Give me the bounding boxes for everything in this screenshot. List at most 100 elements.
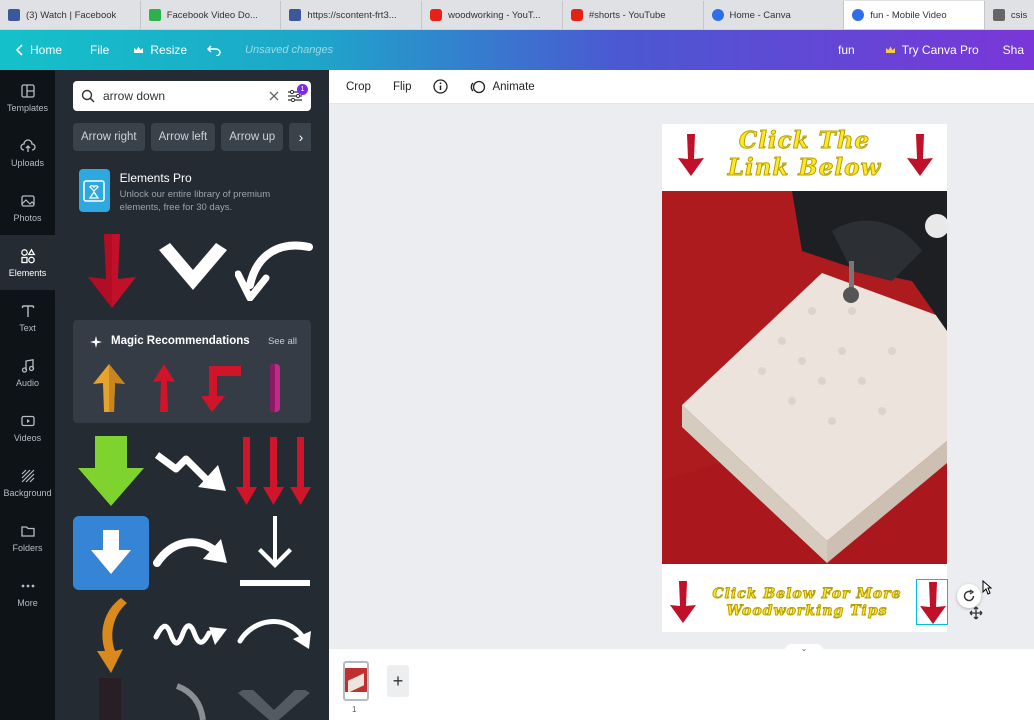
white-squiggle-arrow-element[interactable] [153,615,233,651]
red-corner-arrow-element[interactable] [201,362,241,414]
rotate-handle[interactable] [957,584,981,608]
pro-title: Elements Pro [119,171,192,185]
tab-title: (3) Watch | Facebook [26,9,117,21]
white-curved-right-arrow-element[interactable] [153,533,233,575]
rail-item-templates[interactable]: Templates [0,70,55,125]
see-all-link[interactable]: See all [268,336,297,347]
rail-item-folders[interactable]: Folders [0,510,55,565]
page-thumbnail[interactable] [343,661,369,701]
chip-arrow-right[interactable]: Arrow right [73,123,145,151]
browser-tab-csis[interactable]: csis [985,1,1034,29]
orange-up-arrow-element[interactable] [91,362,127,414]
chips-next-button[interactable]: › [291,123,311,151]
rail-label: Audio [15,377,40,388]
filter-button[interactable]: 1 [287,84,308,103]
gray-curve-element-partial[interactable] [173,682,213,720]
crop-button[interactable]: Crop [346,81,371,93]
green-down-arrow-element[interactable] [75,434,147,508]
photo-icon [20,194,35,207]
design-page[interactable]: Click The Link Below Click Below For Mor… [662,124,948,632]
undo-button[interactable] [197,30,231,70]
context-toolbar: Crop Flip Animate [329,70,1034,104]
purple-bar-arrow-element[interactable] [265,362,285,414]
dark-arrow-element-partial[interactable] [99,678,121,720]
rotate-icon [963,589,975,602]
browser-tab-bar: (3) Watch | Facebook Facebook Video Do..… [0,0,1034,30]
rail-item-videos[interactable]: Videos [0,400,55,455]
editor-header: Home File Resize Unsaved changes fun Try… [0,30,1034,70]
upload-cloud-icon [19,138,36,152]
rail-item-audio[interactable]: Audio [0,345,55,400]
try-canva-pro-button[interactable]: Try Canva Pro [875,30,989,70]
rail-label: Text [19,322,36,333]
share-button[interactable]: Sha [993,30,1034,70]
white-download-arrow-element[interactable] [237,514,313,592]
youtube-icon [570,9,583,21]
design-name[interactable]: fun [828,30,865,70]
woodworking-photo[interactable] [662,191,947,564]
rail-item-elements[interactable]: Elements [0,235,55,290]
pages-strip: ⌄ 1 + [329,644,1034,720]
rail-item-text[interactable]: Text [0,290,55,345]
browser-tab-facebook-watch[interactable]: (3) Watch | Facebook [0,1,141,29]
design-top-text[interactable]: Click The Link Below [704,127,905,182]
magic-title: Magic Recommendations [111,335,250,347]
browser-tab-home-canva[interactable]: Home - Canva [704,1,845,29]
elements-pro-icon [79,169,110,212]
try-pro-label: Try Canva Pro [901,43,979,57]
youtube-icon [430,9,443,21]
strip-toggle-button[interactable]: ⌄ [784,644,824,656]
suggestion-chips: Arrow right Arrow left Arrow up D [73,123,311,151]
rail-item-photos[interactable]: Photos [0,180,55,235]
bottom-text-line-2: Woodworking Tips [726,603,888,620]
white-arc-arrow-element[interactable] [237,615,315,655]
orange-curved-down-arrow-element[interactable] [89,595,133,675]
design-arrow-top-right[interactable] [905,132,935,178]
three-red-down-arrows-element[interactable] [235,435,313,507]
rail-item-more[interactable]: More [0,565,55,620]
canva-icon [711,9,724,21]
top-text-line-1: Click The [738,127,871,155]
gray-chevron-element-partial[interactable] [235,690,313,720]
down-arrow-icon [91,530,131,574]
browser-tab-scontent[interactable]: https://scontent-frt3... [281,1,423,29]
thumb-wood [348,673,364,693]
white-curved-arrow-element[interactable] [235,241,313,301]
element-search-box[interactable]: arrow down 1 [73,81,311,111]
browser-tab-fun-mobile-video[interactable]: fun - Mobile Video [844,1,985,29]
tab-title: Home - Canva [729,9,791,21]
design-arrow-top-left[interactable] [676,132,706,178]
chip-arrow-left[interactable]: Arrow left [150,123,216,151]
info-button[interactable] [433,79,449,94]
chip-arrow-up[interactable]: Arrow up [221,123,284,151]
home-button[interactable]: Home [0,30,72,70]
design-bottom-text[interactable]: Click Below For More Woodworking Tips [692,586,922,620]
search-icon [81,89,95,103]
animate-label: Animate [492,80,535,93]
elements-pro-promo[interactable]: Elements Pro Unlock our entire library o… [79,169,309,215]
add-page-button[interactable]: + [387,665,409,697]
file-menu-button[interactable]: File [80,30,119,70]
rail-label: Templates [6,102,49,113]
white-zigzag-arrow-element[interactable] [154,447,232,497]
shapes-icon [20,248,35,263]
thumb-bottom-band [345,692,367,699]
red-down-arrow-element[interactable] [83,231,141,311]
blue-square-down-arrow-element[interactable] [73,516,149,590]
browser-tab-facebook-video-downloader[interactable]: Facebook Video Do... [141,1,282,29]
animate-button[interactable]: Animate [470,80,535,94]
flip-button[interactable]: Flip [393,81,412,93]
rail-label: Photos [13,212,42,223]
rail-item-uploads[interactable]: Uploads [0,125,55,180]
search-input[interactable]: arrow down [103,89,261,103]
red-thin-up-arrow-element[interactable] [151,362,177,414]
info-icon [433,79,449,94]
browser-tab-woodworking-youtube[interactable]: woodworking - YouT... [422,1,563,29]
clear-search-icon[interactable] [269,91,279,101]
rail-item-background[interactable]: Background [0,455,55,510]
move-icon[interactable] [969,606,983,620]
resize-button[interactable]: Resize [123,30,197,70]
white-chevron-down-element[interactable] [156,240,230,294]
crop-label: Crop [346,80,371,93]
browser-tab-shorts-youtube[interactable]: #shorts - YouTube [563,1,704,29]
